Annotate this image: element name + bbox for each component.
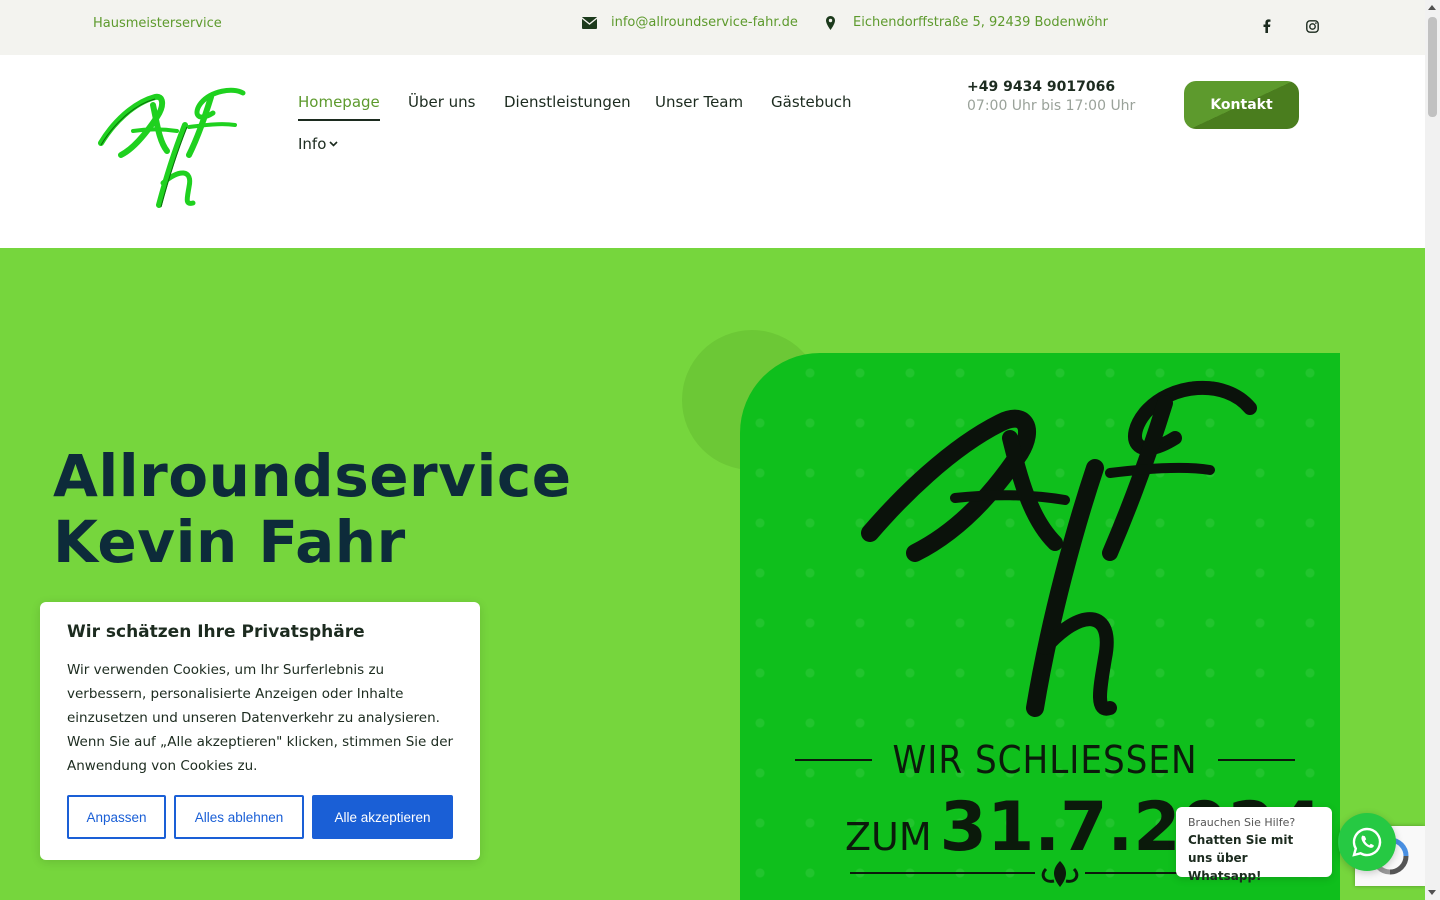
hero-title: Allroundservice Kevin Fahr: [53, 442, 572, 576]
cookie-title: Wir schätzen Ihre Privatsphäre: [67, 622, 365, 642]
tagline: Hausmeisterservice: [93, 16, 222, 31]
scroll-down-arrow-icon[interactable]: [1428, 890, 1436, 895]
site-logo[interactable]: [93, 83, 263, 213]
top-info-bar: Hausmeisterservice info@allroundservice-…: [0, 0, 1425, 55]
nav-gaestebuch[interactable]: Gästebuch: [771, 93, 852, 111]
closing-zum: ZUM: [845, 815, 932, 859]
cookie-reject-button[interactable]: Alles ablehnen: [174, 795, 304, 839]
whatsapp-icon: [1352, 827, 1382, 857]
address-link[interactable]: Eichendorffstraße 5, 92439 Bodenwöhr: [826, 15, 1108, 30]
scroll-up-arrow-icon[interactable]: [1428, 5, 1436, 10]
email-link[interactable]: info@allroundservice-fahr.de: [582, 15, 798, 30]
whatsapp-big-text: Chatten Sie mit uns über Whatsapp!: [1188, 833, 1294, 883]
opening-hours: 07:00 Uhr bis 17:00 Uhr: [967, 98, 1136, 114]
cookie-text: Wir verwenden Cookies, um Ihr Surferlebn…: [67, 662, 454, 774]
divider: [1217, 759, 1295, 761]
closing-text: WIR SCHLIESSEN: [892, 738, 1198, 782]
nav-dienstleistungen[interactable]: Dienstleistungen: [504, 93, 631, 111]
whatsapp-small-text: Brauchen Sie Hilfe?: [1188, 816, 1296, 829]
akf-logo-large: [861, 381, 1257, 717]
site-header: Homepage Über uns Dienstleistungen Unser…: [0, 55, 1425, 248]
cookie-accept-button[interactable]: Alle akzeptieren: [312, 795, 453, 839]
nav-homepage[interactable]: Homepage: [298, 93, 380, 121]
closing-headline: WIR SCHLIESSEN: [795, 738, 1295, 782]
map-marker-icon: [826, 15, 835, 30]
contact-button[interactable]: Kontakt: [1184, 81, 1299, 129]
nav-info-dropdown[interactable]: Info: [298, 135, 338, 153]
whatsapp-button[interactable]: [1338, 813, 1396, 871]
cookie-consent-dialog: Wir schätzen Ihre Privatsphäre Wir verwe…: [40, 602, 480, 860]
chevron-down-icon: [329, 141, 338, 147]
nav-unser-team[interactable]: Unser Team: [655, 93, 743, 111]
divider: [795, 759, 873, 761]
envelope-icon: [582, 16, 597, 29]
address-text: Eichendorffstraße 5, 92439 Bodenwöhr: [853, 15, 1109, 30]
facebook-icon[interactable]: [1260, 18, 1274, 34]
instagram-icon[interactable]: [1305, 18, 1319, 34]
nav-info-label: Info: [298, 135, 327, 153]
email-text: info@allroundservice-fahr.de: [611, 15, 798, 30]
phone-number[interactable]: +49 9434 9017066: [967, 79, 1115, 95]
nav-ueber-uns[interactable]: Über uns: [408, 93, 476, 111]
whatsapp-chat-bubble[interactable]: Brauchen Sie Hilfe? Chatten Sie mit uns …: [1176, 807, 1332, 883]
scroll-thumb[interactable]: [1428, 17, 1437, 117]
page-scrollbar[interactable]: [1425, 0, 1440, 900]
cookie-customize-button[interactable]: Anpassen: [67, 795, 166, 839]
